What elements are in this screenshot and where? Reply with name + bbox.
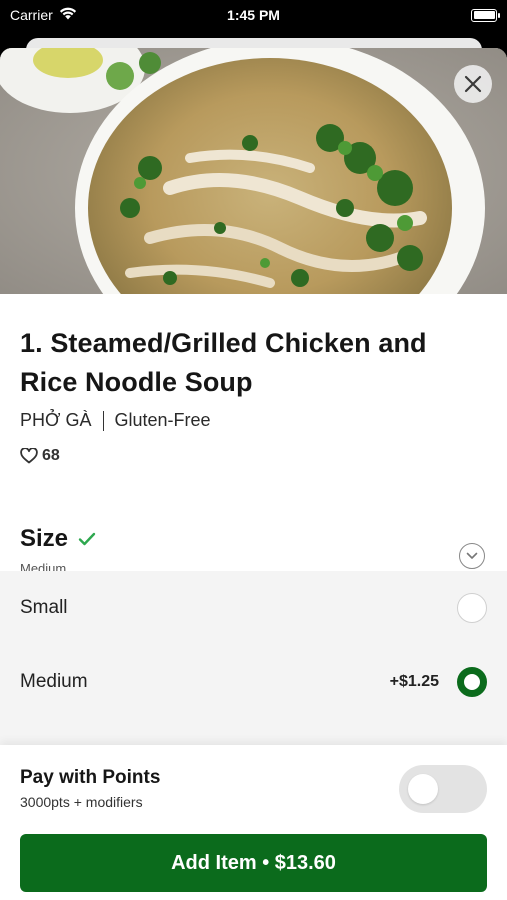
collapse-size-button[interactable]	[459, 543, 485, 569]
size-options: Small Medium +$1.25	[0, 571, 507, 771]
item-name-vi: PHỞ GÀ	[20, 410, 92, 430]
option-price: +$1.25	[389, 673, 439, 690]
dietary-tag: Gluten-Free	[114, 410, 211, 430]
pay-with-points-toggle[interactable]	[399, 765, 487, 813]
item-info: 1. Steamed/Grilled Chicken and Rice Nood…	[0, 324, 507, 465]
size-option-small[interactable]: Small	[0, 571, 507, 645]
checkout-footer: Pay with Points 3000pts + modifiers Add …	[0, 745, 507, 900]
item-title: 1. Steamed/Grilled Chicken and Rice Nood…	[20, 328, 427, 397]
size-heading: Size	[20, 525, 487, 553]
close-button[interactable]	[454, 65, 492, 103]
item-subtitle: PHỞ GÀ Gluten-Free	[20, 410, 487, 431]
toggle-knob	[408, 774, 438, 804]
check-icon	[78, 532, 96, 546]
likes-value: 68	[42, 447, 60, 464]
radio-small[interactable]	[457, 593, 487, 623]
heart-icon	[20, 448, 38, 464]
size-title: Size	[20, 525, 69, 552]
chevron-down-icon	[466, 552, 478, 559]
item-photo	[0, 48, 507, 294]
status-left: Carrier	[10, 7, 77, 23]
radio-medium[interactable]	[457, 667, 487, 697]
status-bar: Carrier 1:45 PM	[0, 0, 507, 30]
pay-with-points-label: Pay with Points	[20, 767, 161, 788]
close-icon	[464, 75, 482, 93]
carrier-label: Carrier	[10, 7, 53, 23]
option-label: Medium	[20, 671, 88, 692]
size-option-medium[interactable]: Medium +$1.25	[0, 645, 507, 719]
like-count[interactable]: 68	[20, 447, 487, 465]
subtitle-divider	[103, 410, 105, 431]
wifi-icon	[59, 7, 77, 23]
add-item-button[interactable]: Add Item • $13.60	[20, 834, 487, 892]
points-detail: 3000pts + modifiers	[20, 794, 143, 810]
battery-icon	[471, 8, 500, 22]
option-label: Small	[20, 597, 68, 618]
